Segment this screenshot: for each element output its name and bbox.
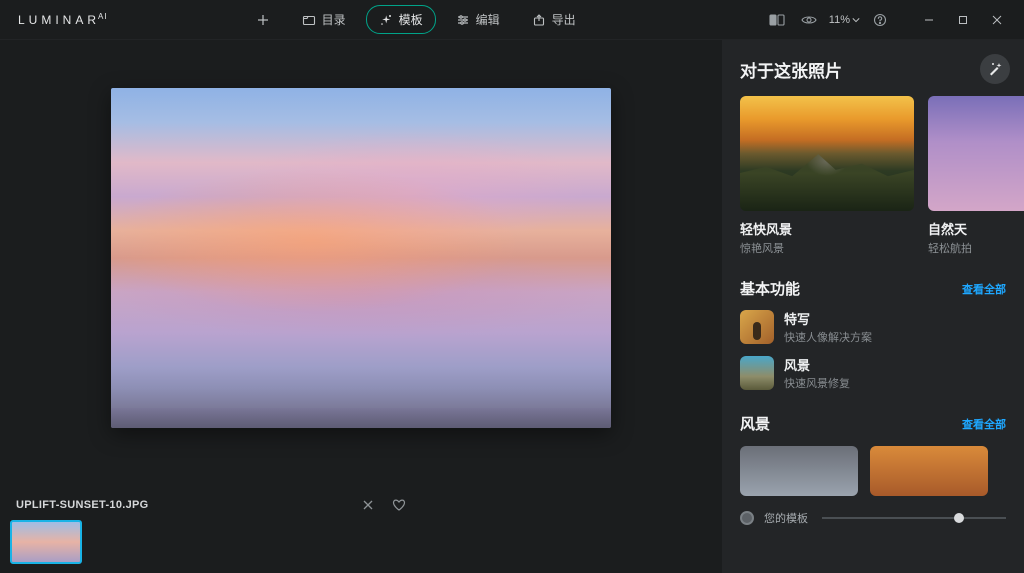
filmstrip — [0, 515, 722, 573]
panel-title: 对于这张照片 — [740, 57, 842, 82]
export-tab[interactable]: 导出 — [520, 6, 588, 33]
item-title: 特写 — [784, 309, 872, 328]
catalog-tab[interactable]: 目录 — [290, 6, 358, 33]
item-thumbnail — [740, 356, 774, 390]
essentials-title: 基本功能 — [740, 278, 800, 299]
preset-card[interactable] — [740, 446, 858, 496]
window-controls — [912, 6, 1014, 34]
sliders-icon — [456, 13, 470, 27]
preset-thumbnail — [740, 96, 914, 211]
zoom-dropdown[interactable]: 11% — [827, 14, 862, 26]
canvas-wrap — [0, 88, 722, 491]
app-logo: LUMINARAI — [18, 12, 108, 27]
template-toggle[interactable] — [740, 511, 754, 525]
item-subtitle: 快速人像解决方案 — [784, 329, 872, 345]
templates-panel: 对于这张照片 轻快风景 惊艳风景 自然天 轻松航拍 基本功能 查看全部 — [722, 40, 1024, 573]
scenery-presets — [740, 446, 1024, 496]
zoom-value: 11% — [829, 14, 850, 26]
templates-label: 模板 — [399, 11, 423, 28]
essentials-see-all[interactable]: 查看全部 — [962, 281, 1006, 297]
item-title: 风景 — [784, 355, 850, 374]
filename-row: UPLIFT-SUNSET-10.JPG — [0, 491, 722, 515]
slider-knob[interactable] — [954, 513, 964, 523]
preview-button[interactable] — [795, 6, 823, 34]
close-icon — [362, 499, 374, 511]
add-button[interactable] — [244, 8, 282, 32]
suggested-presets: 轻快风景 惊艳风景 自然天 轻松航拍 — [740, 96, 1024, 256]
export-icon — [532, 13, 546, 27]
edit-tab[interactable]: 编辑 — [444, 6, 512, 33]
templates-tab[interactable]: 模板 — [366, 5, 436, 34]
preset-card[interactable] — [870, 446, 988, 496]
preset-card[interactable]: 轻快风景 惊艳风景 — [740, 96, 914, 256]
main-area: UPLIFT-SUNSET-10.JPG 对于这张照片 — [0, 40, 1024, 573]
logo-suffix: AI — [98, 12, 108, 21]
preset-subtitle: 轻松航拍 — [928, 240, 1024, 256]
export-label: 导出 — [552, 11, 576, 28]
logo-text: LUMINAR — [18, 13, 100, 27]
preset-thumbnail — [928, 96, 1024, 211]
strength-slider[interactable] — [822, 517, 1006, 519]
item-subtitle: 快速风景修复 — [784, 375, 850, 391]
ai-enhance-button[interactable] — [980, 54, 1010, 84]
main-photo[interactable] — [111, 88, 611, 428]
preset-card[interactable]: 自然天 轻松航拍 — [928, 96, 1024, 256]
item-thumbnail — [740, 310, 774, 344]
maximize-button[interactable] — [946, 6, 980, 34]
minimize-button[interactable] — [912, 6, 946, 34]
scenery-see-all[interactable]: 查看全部 — [962, 416, 1006, 432]
preset-name: 自然天 — [928, 219, 1024, 238]
compare-button[interactable] — [763, 6, 791, 34]
heart-icon — [392, 499, 406, 511]
scenery-title: 风景 — [740, 413, 770, 434]
topbar-right-group: 11% — [763, 6, 894, 34]
sparkle-icon — [379, 13, 393, 27]
canvas-area: UPLIFT-SUNSET-10.JPG — [0, 40, 722, 573]
edit-label: 编辑 — [476, 11, 500, 28]
wand-icon — [987, 61, 1003, 77]
template-label: 您的模板 — [764, 510, 808, 526]
favorite-button[interactable] — [392, 499, 406, 511]
folder-icon — [302, 13, 316, 27]
chevron-down-icon — [852, 17, 860, 23]
preset-name: 轻快风景 — [740, 219, 914, 238]
catalog-label: 目录 — [322, 11, 346, 28]
reject-button[interactable] — [362, 499, 374, 511]
filmstrip-thumb[interactable] — [10, 520, 82, 564]
help-button[interactable] — [866, 6, 894, 34]
essentials-list: 特写 快速人像解决方案 风景 快速风景修复 — [740, 309, 1024, 391]
filename-label: UPLIFT-SUNSET-10.JPG — [16, 499, 149, 511]
top-bar: LUMINARAI 目录 模板 编辑 导出 — [0, 0, 1024, 40]
template-strength-row: 您的模板 — [740, 510, 1024, 526]
preset-subtitle: 惊艳风景 — [740, 240, 914, 256]
list-item[interactable]: 风景 快速风景修复 — [740, 355, 1024, 391]
list-item[interactable]: 特写 快速人像解决方案 — [740, 309, 1024, 345]
close-button[interactable] — [980, 6, 1014, 34]
plus-icon — [256, 13, 270, 27]
